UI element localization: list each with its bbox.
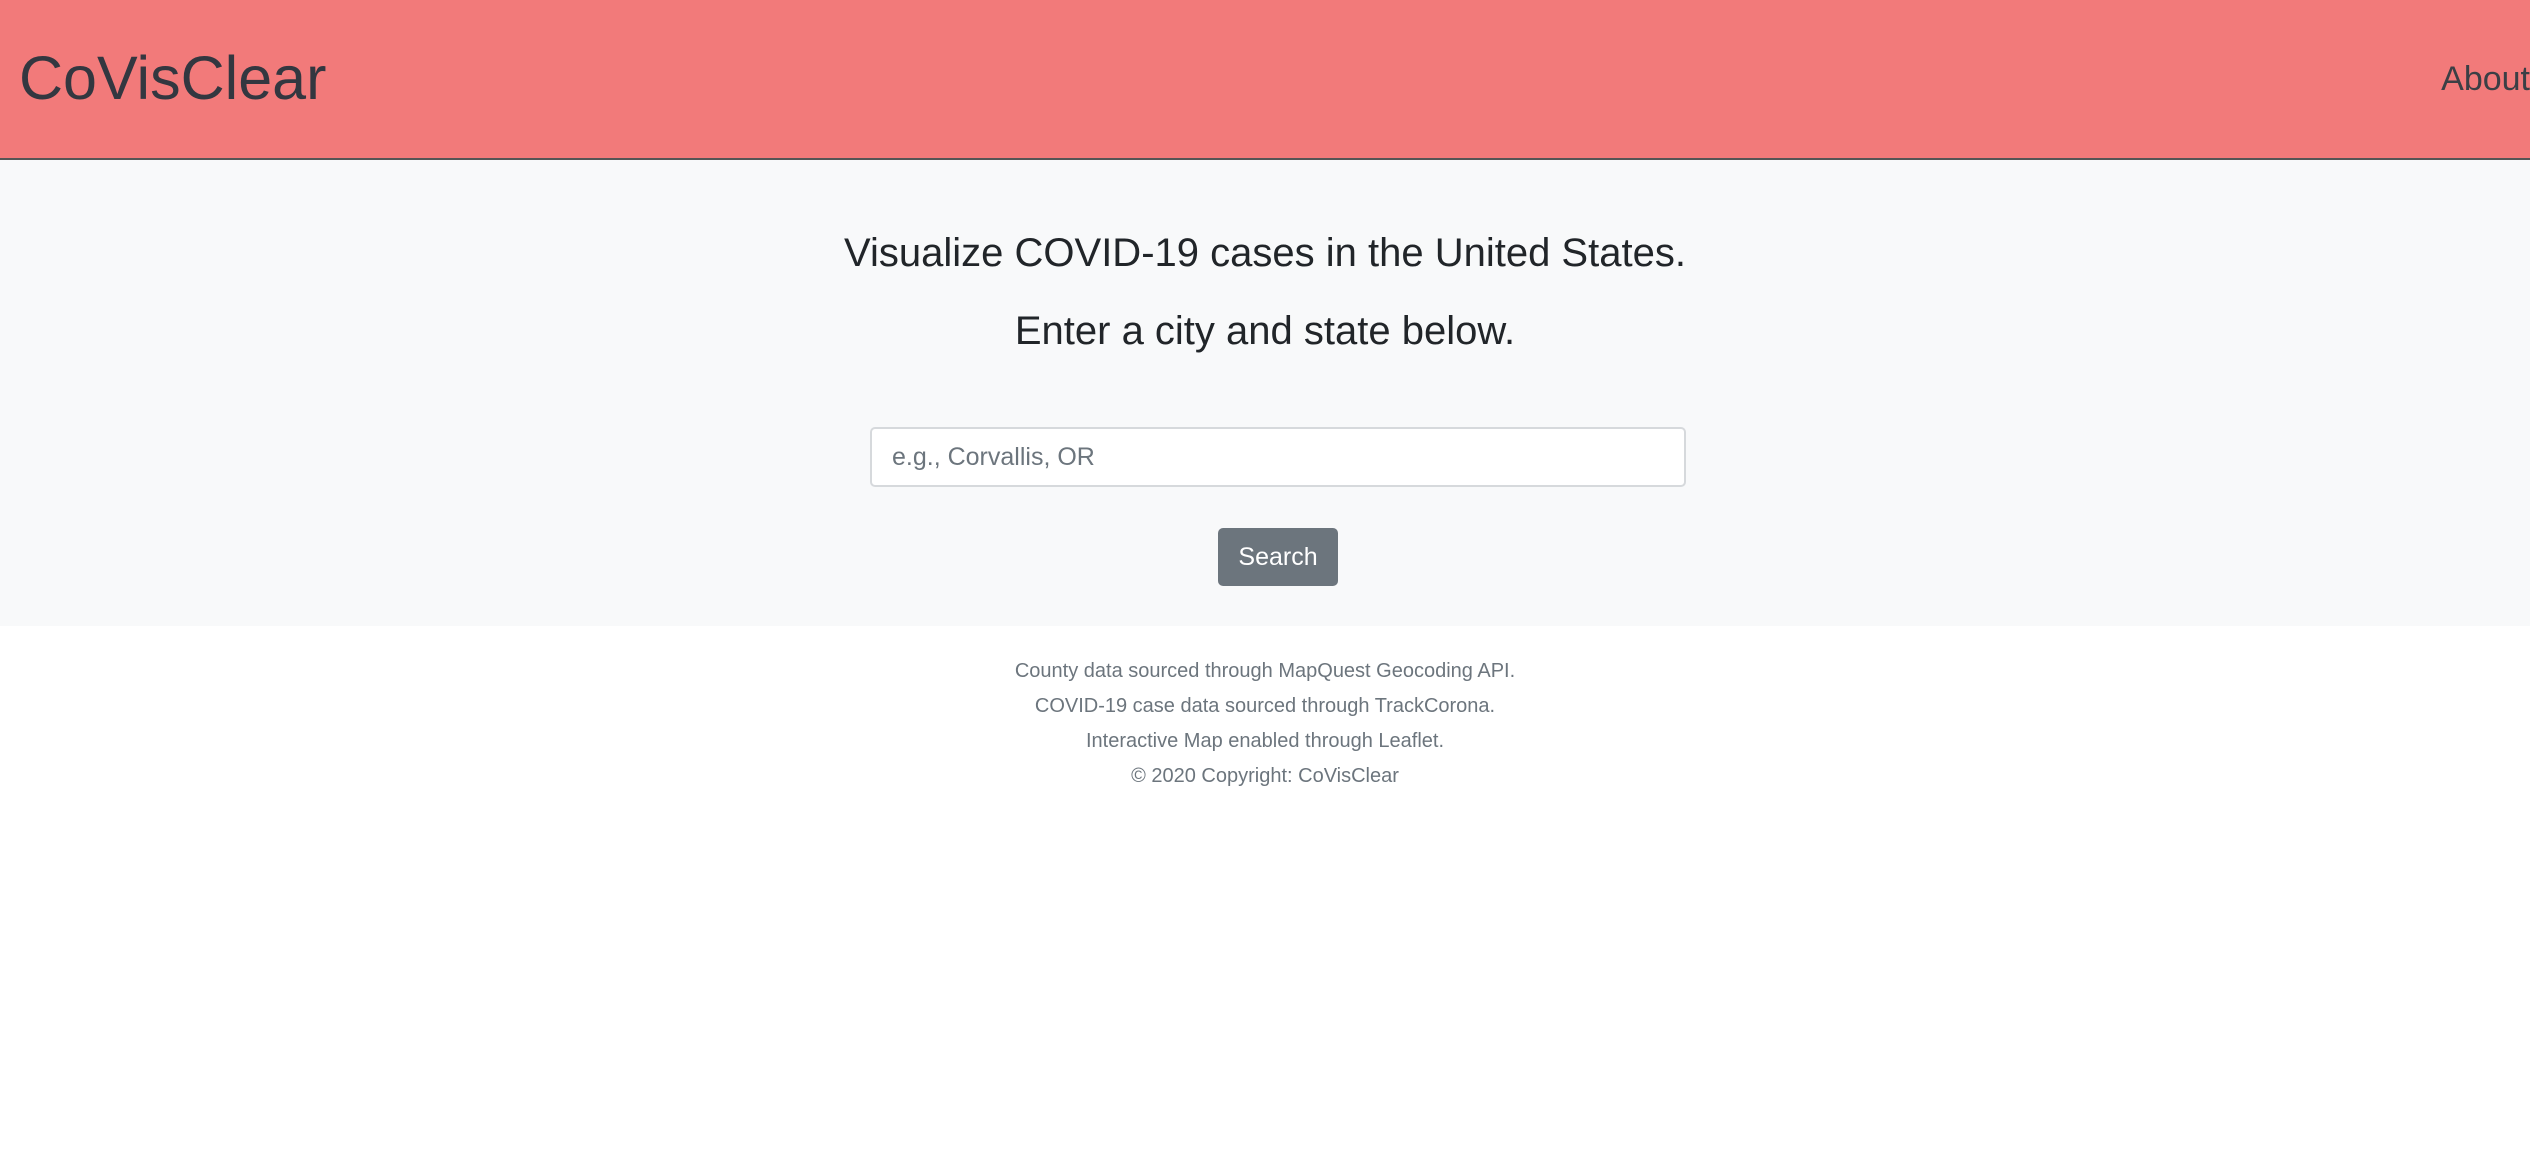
hero-subheading: Enter a city and state below. (1014, 309, 1516, 353)
search-button[interactable]: Search (1218, 528, 1338, 586)
hero-content: Visualize COVID-19 cases in the United S… (0, 0, 2530, 586)
hero-heading: Visualize COVID-19 cases in the United S… (844, 231, 1686, 275)
footer-copyright: © 2020 Copyright: CoVisClear (1131, 765, 1399, 787)
footer-county-source: County data sourced through MapQuest Geo… (1014, 660, 1516, 682)
city-state-search-input[interactable] (870, 427, 1686, 487)
footer-map-credit: Interactive Map enabled through Leaflet. (1085, 730, 1445, 752)
footer-case-source: COVID-19 case data sourced through Track… (1034, 695, 1496, 717)
